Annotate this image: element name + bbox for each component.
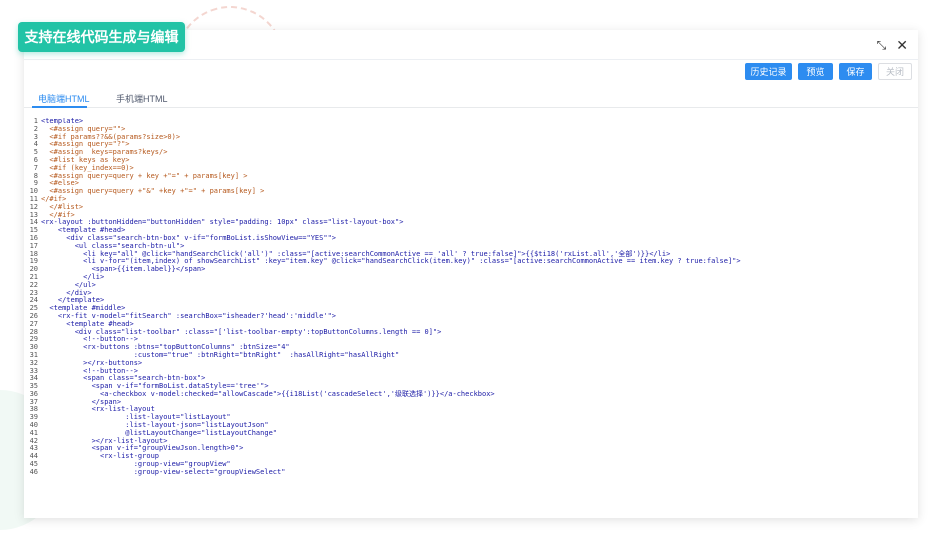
code-line: 21 </li> (24, 273, 918, 282)
code-text: :group-view-select="groupViewSelect" (41, 467, 286, 476)
code-line: 46 :group-view-select="groupViewSelect" (24, 467, 918, 477)
history-button[interactable]: 历史记录 (745, 63, 792, 80)
code-line: 22 </ul> (24, 281, 918, 290)
code-line: 5 <#assign keys=params?keys/> (24, 148, 918, 157)
code-line: 1 <template> (24, 118, 918, 126)
feature-tag: 支持在线代码生成与编辑 (18, 22, 185, 52)
tab-mobile-html[interactable]: 手机端HTML (116, 92, 168, 105)
code-line: 11 </#if> (24, 195, 918, 204)
code-line: 28 <div class="list-toolbar" :class="['l… (24, 328, 918, 337)
line-number: 46 (29, 467, 38, 476)
code-line: 20 <span>{{item.label}}</span> (24, 265, 918, 274)
save-button[interactable]: 保存 (839, 63, 872, 80)
code-line: 8 <#assign query=query + key +"=" + para… (24, 172, 918, 181)
code-line: 31 :custom="true" :btnRight="btnRight" :… (24, 351, 918, 360)
code-line: 37 </span> (24, 398, 918, 407)
code-line: 10 <#assign query=query +"&" +key +"=" +… (24, 187, 918, 196)
tab-bar: 电脑端HTML 手机端HTML (24, 88, 918, 108)
close-icon[interactable]: ✕ (896, 38, 908, 52)
code-line: 3 <#if params??&&(params?size>0)> (24, 133, 918, 142)
code-text: <#assign query=query +"&" +key +"=" + pa… (41, 187, 265, 196)
close-button[interactable]: 关闭 (878, 63, 912, 80)
active-tab-indicator (32, 106, 87, 108)
code-line: 36 <a-checkbox v-model:checked="allowCas… (24, 390, 918, 399)
preview-button[interactable]: 预览 (798, 63, 833, 80)
code-line: 32 ></rx-buttons> (24, 359, 918, 368)
code-editor-dialog: ⤡ ✕ 历史记录 预览 保存 关闭 电脑端HTML 手机端HTML 1 <temp… (24, 30, 918, 518)
dialog-toolbar: 历史记录 预览 保存 关闭 (745, 63, 912, 80)
code-line: 6 <#list keys as key> (24, 156, 918, 165)
tab-pc-html[interactable]: 电脑端HTML (38, 92, 90, 105)
code-line: 23 </div> (24, 289, 918, 298)
collapse-icon[interactable]: ⤡ (877, 38, 887, 52)
code-line: 14 <rx-layout :buttonHidden="buttonHidden… (24, 219, 918, 227)
code-line: 26 <rx-fit v-model="fitSearch" :searchBo… (24, 312, 918, 321)
code-line: 12 </#list> (24, 203, 918, 212)
code-line: 24 </template> (24, 297, 918, 305)
code-editor[interactable]: 1 <template> 2 <#assign query=""> 3 <#if pa… (24, 118, 918, 518)
